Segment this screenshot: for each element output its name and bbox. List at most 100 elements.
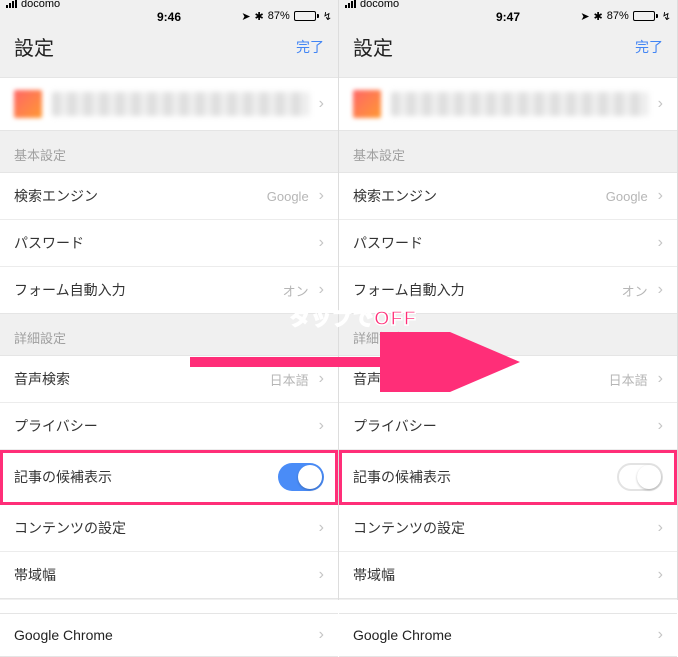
- account-row[interactable]: ›: [0, 77, 338, 131]
- row-autofill[interactable]: フォーム自動入力 オン ›: [0, 267, 338, 313]
- chevron-right-icon: ›: [658, 235, 663, 251]
- row-label: パスワード: [14, 233, 84, 253]
- chevron-right-icon: ›: [319, 627, 324, 643]
- status-bar: docomo 9:47 ➤ ✱ 87% ↯: [339, 0, 677, 20]
- charging-icon: ↯: [662, 10, 671, 23]
- account-info-blurred: [52, 92, 309, 116]
- row-label: 帯域幅: [353, 565, 395, 585]
- row-article-suggestions[interactable]: 記事の候補表示: [0, 450, 338, 505]
- chevron-right-icon: ›: [658, 188, 663, 204]
- row-label: 記事の候補表示: [14, 467, 112, 487]
- row-value: Google: [606, 189, 648, 204]
- phone-left: docomo 9:46 ➤ ✱ 87% ↯ 設定 完了 › 基本設定: [0, 0, 339, 600]
- row-label: Google Chrome: [14, 627, 113, 643]
- battery-pct: 87%: [268, 10, 290, 22]
- chevron-right-icon: ›: [319, 520, 324, 536]
- section-adv-header: 詳細設定: [339, 314, 677, 355]
- done-button[interactable]: 完了: [296, 37, 324, 57]
- chevron-right-icon: ›: [658, 282, 663, 298]
- row-about-chrome[interactable]: Google Chrome ›: [0, 613, 338, 657]
- row-label: 検索エンジン: [353, 186, 437, 206]
- row-voice-search[interactable]: 音声検索 日本語 ›: [339, 356, 677, 403]
- row-content-settings[interactable]: コンテンツの設定 ›: [0, 505, 338, 552]
- chevron-right-icon: ›: [658, 520, 663, 536]
- toggle-on[interactable]: [278, 463, 324, 491]
- row-label: コンテンツの設定: [14, 518, 126, 538]
- row-search-engine[interactable]: 検索エンジン Google ›: [339, 173, 677, 220]
- clock: 9:46: [157, 10, 181, 24]
- basic-list: 検索エンジン Google › パスワード › フォーム自動入力 オン ›: [0, 172, 338, 314]
- comparison-canvas: docomo 9:46 ➤ ✱ 87% ↯ 設定 完了 › 基本設定: [0, 0, 678, 600]
- row-search-engine[interactable]: 検索エンジン Google ›: [0, 173, 338, 220]
- battery-icon: [633, 11, 658, 21]
- advanced-list: 音声検索 日本語 › プライバシー › 記事の候補表示 コンテンツの設定 › 帯域…: [0, 355, 338, 599]
- chevron-right-icon: ›: [658, 418, 663, 434]
- row-bandwidth[interactable]: 帯域幅 ›: [0, 552, 338, 598]
- row-content-settings[interactable]: コンテンツの設定 ›: [339, 505, 677, 552]
- row-privacy[interactable]: プライバシー ›: [339, 403, 677, 450]
- row-value: オン: [283, 281, 309, 300]
- done-button[interactable]: 完了: [635, 37, 663, 57]
- chevron-right-icon: ›: [319, 371, 324, 387]
- row-voice-search[interactable]: 音声検索 日本語 ›: [0, 356, 338, 403]
- row-bandwidth[interactable]: 帯域幅 ›: [339, 552, 677, 598]
- advanced-list: 音声検索 日本語 › プライバシー › 記事の候補表示 コンテンツの設定 › 帯域…: [339, 355, 677, 599]
- row-passwords[interactable]: パスワード ›: [0, 220, 338, 267]
- location-icon: ➤: [580, 10, 589, 23]
- avatar: [14, 90, 42, 118]
- bluetooth-icon: ✱: [255, 10, 264, 23]
- chevron-right-icon: ›: [319, 235, 324, 251]
- row-value: 日本語: [609, 370, 648, 389]
- row-value: 日本語: [270, 370, 309, 389]
- section-adv-header: 詳細設定: [0, 314, 338, 355]
- carrier-label: docomo: [360, 0, 399, 10]
- chevron-right-icon: ›: [319, 96, 324, 112]
- row-label: 音声検索: [353, 369, 409, 389]
- chevron-right-icon: ›: [658, 567, 663, 583]
- row-label: 記事の候補表示: [353, 467, 451, 487]
- phone-right: docomo 9:47 ➤ ✱ 87% ↯ 設定 完了 › 基本設定: [339, 0, 678, 600]
- location-icon: ➤: [241, 10, 250, 23]
- status-bar: docomo 9:46 ➤ ✱ 87% ↯: [0, 0, 338, 20]
- row-autofill[interactable]: フォーム自動入力 オン ›: [339, 267, 677, 313]
- chevron-right-icon: ›: [658, 371, 663, 387]
- row-value: オン: [622, 281, 648, 300]
- chevron-right-icon: ›: [319, 418, 324, 434]
- account-row[interactable]: ›: [339, 77, 677, 131]
- row-label: 帯域幅: [14, 565, 56, 585]
- charging-icon: ↯: [323, 10, 332, 23]
- carrier-label: docomo: [21, 0, 60, 10]
- row-privacy[interactable]: プライバシー ›: [0, 403, 338, 450]
- row-label: フォーム自動入力: [14, 280, 126, 300]
- row-passwords[interactable]: パスワード ›: [339, 220, 677, 267]
- section-basic-header: 基本設定: [339, 131, 677, 172]
- chevron-right-icon: ›: [658, 96, 663, 112]
- row-label: 検索エンジン: [14, 186, 98, 206]
- chevron-right-icon: ›: [319, 567, 324, 583]
- clock: 9:47: [496, 10, 520, 24]
- row-label: プライバシー: [353, 416, 437, 436]
- section-basic-header: 基本設定: [0, 131, 338, 172]
- battery-pct: 87%: [607, 10, 629, 22]
- battery-icon: [294, 11, 319, 21]
- chevron-right-icon: ›: [658, 627, 663, 643]
- row-article-suggestions[interactable]: 記事の候補表示: [339, 450, 677, 505]
- chevron-right-icon: ›: [319, 188, 324, 204]
- row-about-chrome[interactable]: Google Chrome ›: [339, 613, 677, 657]
- chevron-right-icon: ›: [319, 282, 324, 298]
- toggle-off[interactable]: [617, 463, 663, 491]
- account-info-blurred: [391, 92, 648, 116]
- nav-header: 設定 完了: [0, 20, 338, 71]
- page-title: 設定: [14, 32, 54, 61]
- signal-icon: [345, 0, 356, 8]
- row-label: コンテンツの設定: [353, 518, 465, 538]
- signal-icon: [6, 0, 17, 8]
- nav-header: 設定 完了: [339, 20, 677, 71]
- row-label: Google Chrome: [353, 627, 452, 643]
- row-label: 音声検索: [14, 369, 70, 389]
- row-value: Google: [267, 189, 309, 204]
- basic-list: 検索エンジン Google › パスワード › フォーム自動入力 オン ›: [339, 172, 677, 314]
- row-label: パスワード: [353, 233, 423, 253]
- bluetooth-icon: ✱: [594, 10, 603, 23]
- row-label: フォーム自動入力: [353, 280, 465, 300]
